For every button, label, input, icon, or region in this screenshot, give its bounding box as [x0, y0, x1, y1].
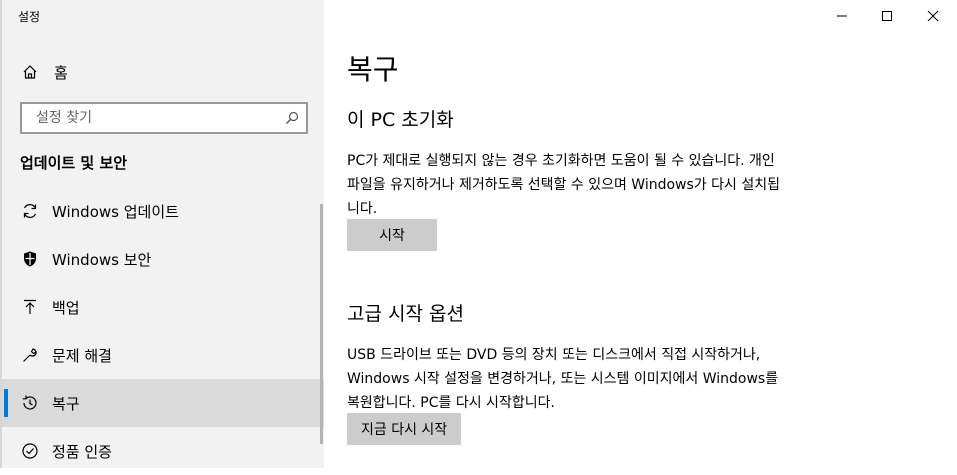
advanced-startup-description: USB 드라이브 또는 DVD 등의 장치 또는 디스크에서 직접 시작하거나,…: [347, 347, 779, 411]
check-circle-icon: [20, 441, 40, 461]
page-title: 복구: [347, 53, 399, 86]
maximize-icon: [881, 7, 893, 26]
sidebar-item-windows-security[interactable]: Windows 보안: [2, 235, 324, 283]
advanced-startup-heading: 고급 시작 옵션: [347, 303, 464, 325]
shield-icon: [20, 249, 40, 269]
sidebar-item-label: Windows 보안: [52, 250, 152, 269]
sidebar-item-backup[interactable]: 백업: [2, 283, 324, 331]
close-icon: [927, 7, 939, 26]
sidebar-item-home[interactable]: 홈: [20, 60, 68, 84]
app-title: 설정: [18, 10, 41, 24]
reset-start-button[interactable]: 시작: [347, 219, 437, 251]
sidebar-item-troubleshoot[interactable]: 문제 해결: [2, 331, 324, 379]
minimize-icon: [836, 7, 848, 26]
restart-now-button[interactable]: 지금 다시 시작: [347, 413, 462, 445]
sidebar-nav: Windows 업데이트 Windows 보안 백업 문제 해결 복구 정품 인…: [2, 187, 324, 475]
sidebar-item-home-label: 홈: [54, 63, 68, 82]
sidebar-item-label: Windows 업데이트: [52, 202, 179, 221]
sidebar-item-recovery[interactable]: 복구: [2, 379, 324, 427]
sidebar-item-label: 백업: [52, 298, 80, 317]
section-title: 업데이트 및 보안: [20, 154, 128, 172]
sync-icon: [20, 201, 40, 221]
sidebar-item-label: 문제 해결: [52, 346, 112, 365]
sidebar-scrollbar[interactable]: [320, 204, 323, 444]
search-box[interactable]: [20, 102, 308, 134]
backup-arrow-icon: [20, 297, 40, 317]
home-icon: [20, 62, 40, 82]
reset-pc-description: PC가 제대로 실행되지 않는 경우 초기화하면 도움이 될 수 있습니다. 개…: [347, 153, 780, 217]
search-input[interactable]: [34, 109, 284, 127]
history-icon: [20, 393, 40, 413]
sidebar-item-windows-update[interactable]: Windows 업데이트: [2, 187, 324, 235]
wrench-icon: [20, 345, 40, 365]
minimize-button[interactable]: [819, 0, 865, 32]
sidebar: 설정 홈 업데이트 및 보안 Windows 업데이트 Windows 보안: [0, 0, 324, 468]
sidebar-item-label: 복구: [52, 394, 80, 413]
search-icon[interactable]: [284, 110, 300, 126]
close-button[interactable]: [910, 0, 956, 32]
sidebar-item-label: 정품 인증: [52, 442, 112, 461]
maximize-button[interactable]: [864, 0, 910, 32]
reset-pc-heading: 이 PC 초기화: [347, 109, 454, 131]
